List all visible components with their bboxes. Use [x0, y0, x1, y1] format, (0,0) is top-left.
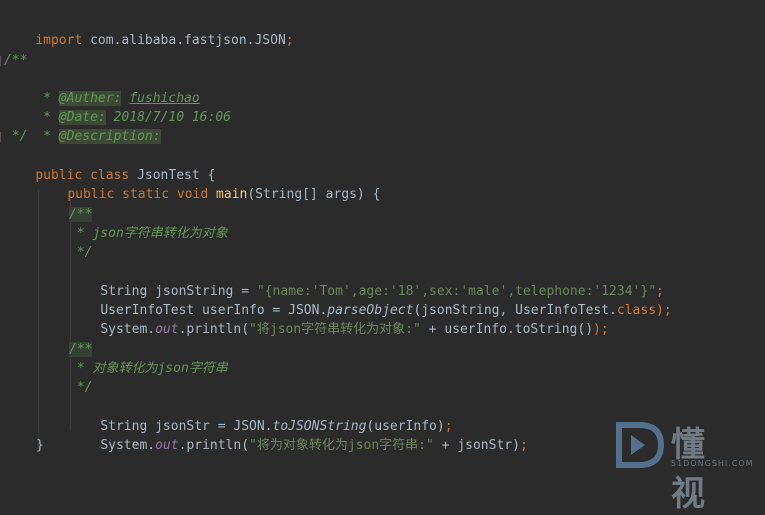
main-params: (String[] args) {	[247, 187, 381, 202]
comment-1-close: */	[69, 245, 93, 260]
keyword: class	[616, 303, 657, 318]
expression: + jsonStr)	[433, 438, 520, 453]
string-literal: "将为对象转化为json字符串:"	[249, 438, 434, 453]
comment-2-text: * 对象转化为json字符串	[69, 361, 228, 376]
watermark: 懂 视 51DONGSHI.COM	[605, 415, 765, 514]
comment-2-open: /**	[69, 340, 93, 359]
code-line-main: public static void main(String[] args) {	[36, 166, 380, 202]
doc-comment-open: /**	[4, 53, 28, 68]
println-call: .println(	[178, 438, 250, 453]
code-line-close-brace: }	[36, 438, 44, 453]
indent-guide	[38, 190, 39, 450]
static-field: out	[155, 322, 179, 337]
keyword: public	[67, 187, 115, 202]
keyword: import	[35, 33, 83, 48]
expression: + userInfo.toString()	[420, 322, 594, 337]
comment-1-text: * json字符串转化为对象	[69, 226, 228, 241]
keyword: void	[176, 187, 209, 202]
code-line-jsonstring: String jsonString = "{name:'Tom',age:'18…	[69, 263, 664, 299]
code-line-jsonstr: String jsonStr = JSON.toJSONString(userI…	[69, 398, 452, 434]
close-paren: );	[656, 303, 672, 318]
code-line-class: public class JsonTest {	[4, 147, 215, 183]
method-name: main	[216, 187, 248, 202]
system-ref: System.	[100, 438, 156, 453]
static-field: out	[155, 438, 179, 453]
comment-1-open: /**	[69, 205, 93, 224]
comment-open: /**	[69, 207, 93, 222]
doc-author-line: * @Auther: fushichao	[4, 70, 200, 106]
code-line-println-2: System.out.println("将为对象转化为json字符串:" + j…	[69, 417, 527, 453]
keyword: static	[122, 187, 170, 202]
import-path: com.alibaba.fastjson.JSON	[82, 33, 286, 48]
close-paren: );	[593, 322, 609, 337]
description-tag: @Description:	[58, 129, 161, 144]
semicolon: ;	[519, 438, 528, 453]
code-line-println-1: System.out.println("将json字符串转化为对象:" + us…	[69, 301, 608, 337]
semicolon: ;	[285, 33, 294, 48]
comment-open: /**	[69, 342, 93, 357]
string-literal: "将json字符串转化为对象:"	[249, 322, 421, 337]
comment-2-close: */	[69, 380, 93, 395]
doc-date-line: * @Date: 2018/7/10 16:06	[4, 89, 231, 125]
println-call: .println(	[178, 322, 250, 337]
doc-description-line: * @Description:	[4, 108, 161, 144]
system-ref: System.	[100, 322, 156, 337]
code-editor[interactable]: import com.alibaba.fastjson.JSON; /** * …	[0, 0, 765, 475]
doc-comment-close: */	[4, 129, 28, 144]
doc-star: *	[35, 129, 59, 144]
watermark-logo-icon	[616, 422, 665, 468]
code-line-import: import com.alibaba.fastjson.JSON;	[4, 12, 293, 48]
code-line-userinfo: UserInfoTest userInfo = JSON.parseObject…	[69, 282, 671, 318]
watermark-subtext: 51DONGSHI.COM	[671, 459, 754, 468]
